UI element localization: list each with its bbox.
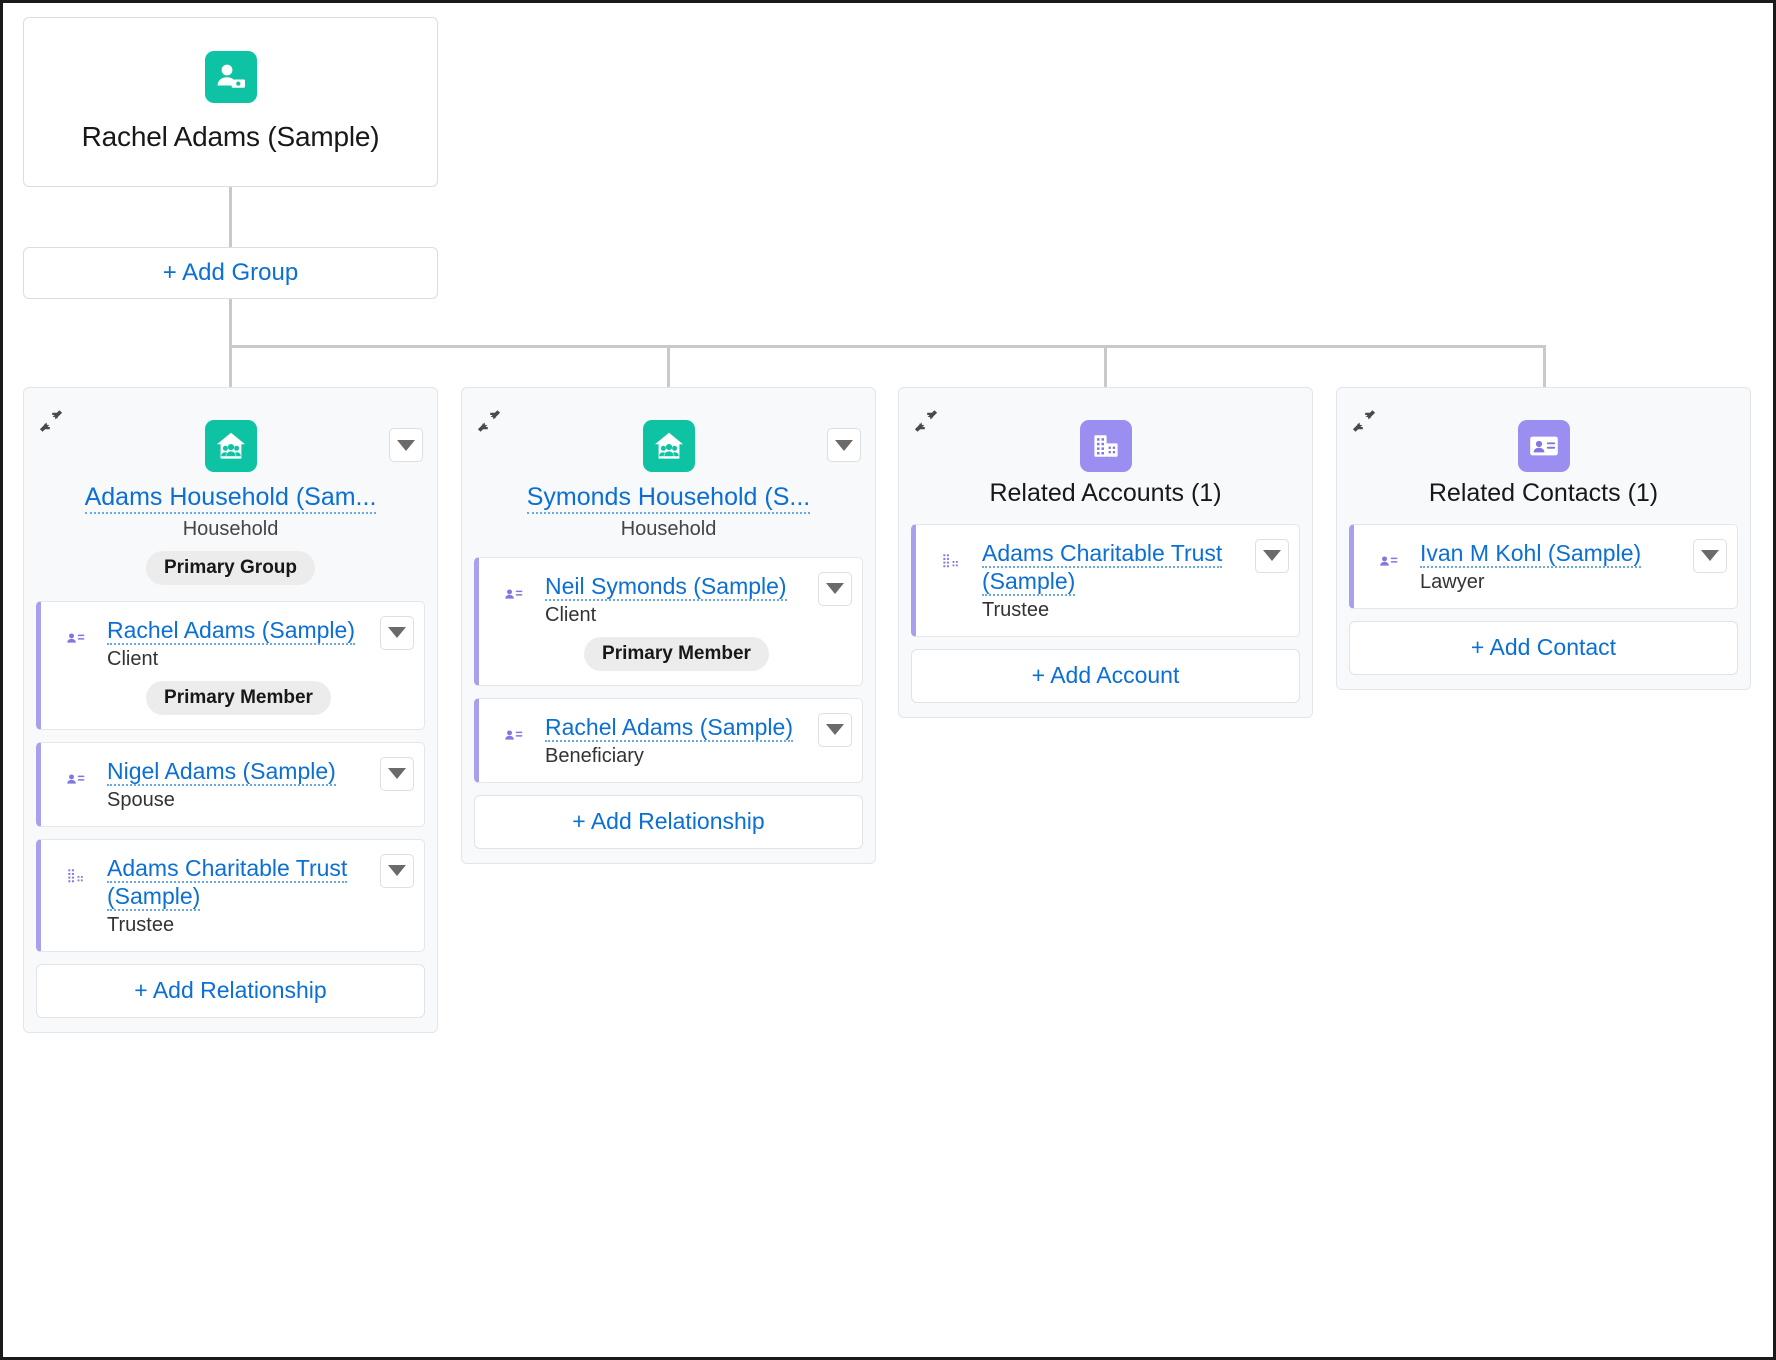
contact-card-icon <box>55 759 95 799</box>
connector-drop-card-4 <box>1543 345 1546 389</box>
card-header: Symonds Household (S... Household <box>474 402 863 545</box>
add-group-button[interactable]: + Add Group <box>23 247 438 299</box>
connector-drop-card-2 <box>667 345 670 389</box>
card-title: Related Contacts (1) <box>1428 479 1659 507</box>
card-header: Adams Household (Sam... Household Primary … <box>36 402 425 589</box>
list-item: Neil Symonds (Sample) Client Primary Membe… <box>474 556 863 686</box>
list-item: Adams Charitable Trust (Sample) Trustee <box>36 838 425 952</box>
list-item: Rachel Adams (Sample) Beneficiary <box>474 697 863 783</box>
account-building-icon <box>55 856 95 896</box>
record-link[interactable]: Rachel Adams (Sample) <box>545 713 793 742</box>
record-link[interactable]: Neil Symonds (Sample) <box>545 572 787 601</box>
group-card-related-contacts: Related Contacts (1) Ivan M Kohl (Sample)… <box>1336 387 1751 690</box>
contact-card-icon <box>55 618 95 658</box>
badge-wrap: Primary Member <box>107 680 370 715</box>
connector-root-to-addgroup <box>229 187 232 249</box>
connector-drop-card-1 <box>229 345 232 389</box>
add-record-button[interactable]: + Add Account <box>911 648 1300 703</box>
card-title[interactable]: Adams Household (Sam... <box>84 484 377 514</box>
collapse-icon[interactable] <box>1351 408 1377 434</box>
card-subtype-label: Household <box>620 517 717 540</box>
status-badge: Primary Group <box>145 550 316 585</box>
relationship-role-label: Client <box>107 647 159 670</box>
list-item-body: Nigel Adams (Sample) Spouse <box>107 757 370 812</box>
chevron-down-icon[interactable] <box>1255 538 1289 573</box>
record-link[interactable]: Rachel Adams (Sample) <box>107 616 355 645</box>
card-header: Related Accounts (1) <box>911 402 1300 512</box>
account-building-icon <box>1079 420 1132 472</box>
list-item-body: Rachel Adams (Sample) Beneficiary <box>545 713 808 768</box>
relationship-role-label: Trustee <box>107 913 175 936</box>
list-item-body: Adams Charitable Trust (Sample) Trustee <box>107 854 370 937</box>
group-card-adams-household: Adams Household (Sam... Household Primary … <box>23 387 438 1033</box>
relationship-role-label: Spouse <box>107 788 175 811</box>
contact-card-icon <box>493 715 533 755</box>
relationship-graph-canvas: Rachel Adams (Sample) + Add Group Adams … <box>3 3 1773 1357</box>
group-card-related-accounts: Related Accounts (1) Adams Charitable Tru… <box>898 387 1313 718</box>
status-badge: Primary Member <box>584 636 769 671</box>
record-link[interactable]: Ivan M Kohl (Sample) <box>1420 539 1642 568</box>
card-subtype-label: Household <box>182 517 279 540</box>
chevron-down-icon[interactable] <box>380 615 414 650</box>
account-building-icon <box>930 541 970 581</box>
list-item: Ivan M Kohl (Sample) Lawyer <box>1349 523 1738 609</box>
add-record-button[interactable]: + Add Contact <box>1349 620 1738 675</box>
household-icon <box>642 420 695 472</box>
status-badge: Primary Member <box>146 680 331 715</box>
relationship-map-frame: Rachel Adams (Sample) + Add Group Adams … <box>0 0 1776 1360</box>
chevron-down-icon[interactable] <box>818 712 852 747</box>
add-record-button[interactable]: + Add Relationship <box>474 794 863 849</box>
card-title[interactable]: Symonds Household (S... <box>526 484 811 514</box>
connector-addgroup-down <box>229 299 232 347</box>
person-money-icon <box>204 51 257 103</box>
household-icon <box>204 420 257 472</box>
contact-card-icon <box>493 574 533 614</box>
chevron-down-icon[interactable] <box>380 756 414 791</box>
connector-horizontal-bus <box>229 345 1546 348</box>
root-node-title: Rachel Adams (Sample) <box>81 121 380 152</box>
group-card-symonds-household: Symonds Household (S... Household Neil Sym… <box>461 387 876 864</box>
contact-card-icon <box>1517 420 1570 472</box>
chevron-down-icon[interactable] <box>818 571 852 606</box>
relationship-role-label: Client <box>545 603 597 626</box>
chevron-down-icon[interactable] <box>389 428 423 462</box>
record-link[interactable]: Adams Charitable Trust (Sample) <box>107 854 348 911</box>
root-node-rachel-adams[interactable]: Rachel Adams (Sample) <box>23 17 438 187</box>
list-item: Rachel Adams (Sample) Client Primary Membe… <box>36 600 425 730</box>
list-item: Adams Charitable Trust (Sample) Trustee <box>911 523 1300 637</box>
list-item: Nigel Adams (Sample) Spouse <box>36 741 425 827</box>
relationship-role-label: Beneficiary <box>545 744 644 767</box>
chevron-down-icon[interactable] <box>380 853 414 888</box>
record-link[interactable]: Adams Charitable Trust (Sample) <box>982 539 1223 596</box>
connector-drop-card-3 <box>1104 345 1107 389</box>
badge-wrap: Primary Member <box>545 636 808 671</box>
card-title: Related Accounts (1) <box>989 479 1222 507</box>
relationship-role-label: Lawyer <box>1420 570 1485 593</box>
add-record-button[interactable]: + Add Relationship <box>36 963 425 1018</box>
chevron-down-icon[interactable] <box>1693 538 1727 573</box>
contact-card-icon <box>1368 541 1408 581</box>
collapse-icon[interactable] <box>38 408 64 434</box>
list-item-body: Neil Symonds (Sample) Client Primary Membe… <box>545 572 808 671</box>
chevron-down-icon[interactable] <box>827 428 861 462</box>
list-item-body: Rachel Adams (Sample) Client Primary Membe… <box>107 616 370 715</box>
relationship-role-label: Trustee <box>982 598 1050 621</box>
record-link[interactable]: Nigel Adams (Sample) <box>107 757 336 786</box>
list-item-body: Adams Charitable Trust (Sample) Trustee <box>982 539 1245 622</box>
collapse-icon[interactable] <box>913 408 939 434</box>
card-header: Related Contacts (1) <box>1349 402 1738 512</box>
list-item-body: Ivan M Kohl (Sample) Lawyer <box>1420 539 1683 594</box>
collapse-icon[interactable] <box>476 408 502 434</box>
